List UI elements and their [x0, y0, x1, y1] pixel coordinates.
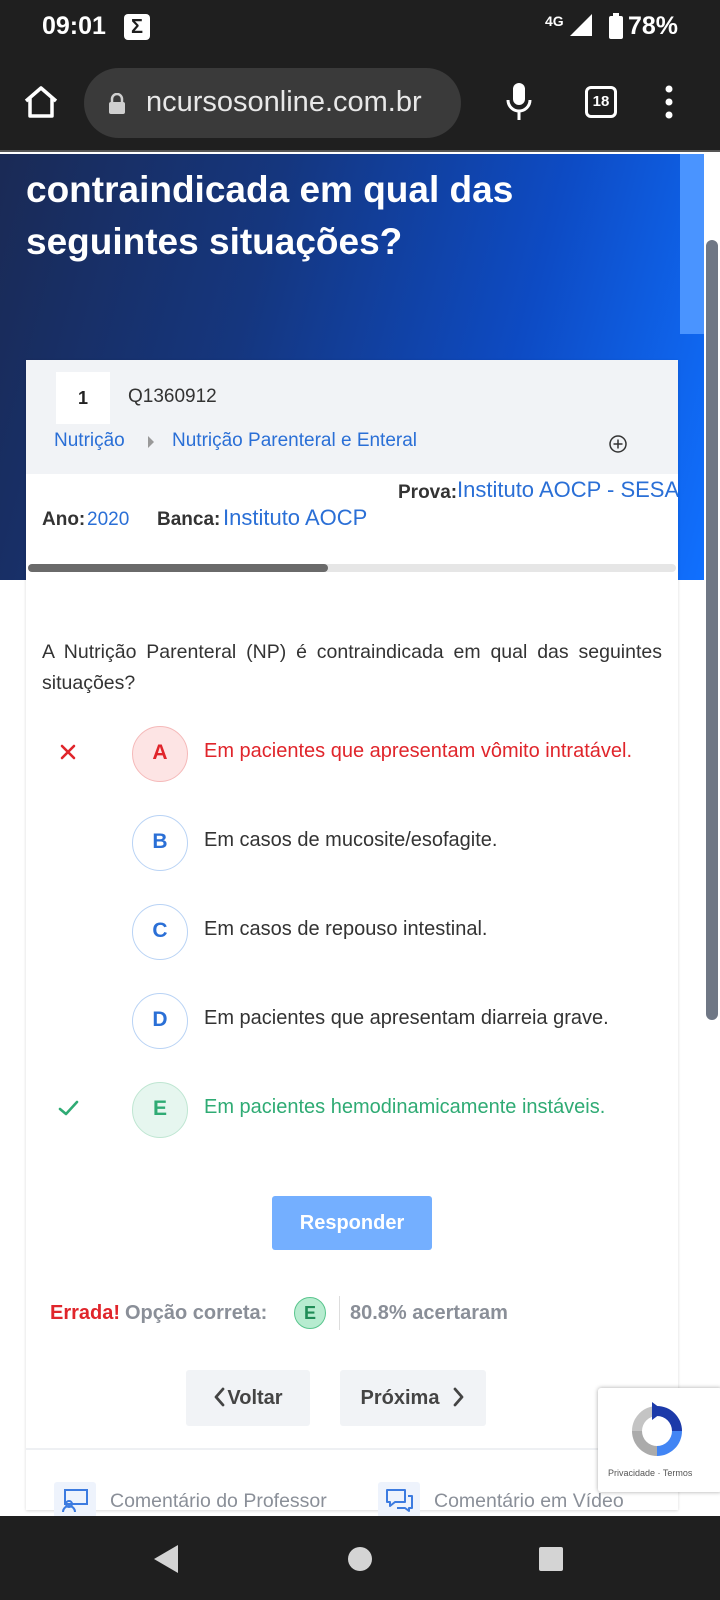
option-text[interactable]: Em pacientes que apresentam diarreia gra…	[204, 1007, 609, 1030]
option-d[interactable]: D Em pacientes que apresentam diarreia g…	[26, 991, 678, 1051]
back-label: Voltar	[227, 1387, 283, 1409]
home-circle-icon[interactable]	[347, 1546, 373, 1572]
tab-teacher-comment[interactable]: Comentário do Professor	[110, 1490, 327, 1513]
correct-option-label: Opção correta:	[125, 1302, 268, 1324]
next-label: Próxima	[360, 1387, 440, 1409]
ano-value[interactable]: 2020	[87, 509, 129, 531]
tab-switcher-button[interactable]: 18	[585, 86, 617, 118]
question-statement: A Nutrição Parenteral (NP) é contraindic…	[42, 641, 662, 694]
option-letter[interactable]: D	[132, 993, 188, 1049]
signal-icon	[570, 14, 592, 36]
tab-video-comment[interactable]: Comentário em Vídeo	[434, 1490, 624, 1513]
back-button[interactable]: Voltar	[186, 1370, 310, 1426]
recaptcha-separator: ·	[657, 1468, 661, 1478]
breadcrumb-topic[interactable]: Nutrição Parenteral e Enteral	[172, 430, 417, 452]
address-bar[interactable]: ncursosonline.com.br	[84, 68, 461, 138]
correct-check-icon	[58, 1100, 79, 1116]
question-card-header: 1 Q1360912 Nutrição Nutrição Parenteral …	[26, 360, 678, 474]
card-divider	[26, 1448, 678, 1450]
metadata-horizontal-scrollbar[interactable]	[28, 564, 676, 572]
answer-button[interactable]: Responder	[272, 1196, 432, 1250]
option-text[interactable]: Em casos de mucosite/esofagite.	[204, 829, 497, 852]
ano-label: Ano:	[42, 509, 86, 530]
lock-icon	[109, 93, 125, 114]
breadcrumb-chevron-icon	[148, 436, 154, 448]
hero-accent-strip	[680, 154, 704, 334]
option-text[interactable]: Em casos de repouso intestinal.	[204, 918, 488, 941]
option-text[interactable]: Em pacientes hemodinamicamente instáveis…	[204, 1096, 605, 1119]
back-triangle-icon[interactable]	[152, 1544, 180, 1574]
url-text: ncursosonline.com.br	[146, 86, 422, 118]
question-id: Q1360912	[128, 386, 217, 407]
option-letter[interactable]: C	[132, 904, 188, 960]
hero-title: contraindicada em qual das seguintes sit…	[26, 169, 514, 262]
wrong-x-icon	[60, 744, 76, 760]
result-status: Errada!	[50, 1302, 121, 1324]
recaptcha-links: Privacidade · Termos	[608, 1468, 692, 1478]
teacher-comment-icon[interactable]	[54, 1482, 96, 1518]
page-scrollbar[interactable]	[706, 240, 718, 1020]
recents-square-icon[interactable]	[538, 1546, 564, 1572]
chevron-left-icon	[214, 1387, 225, 1407]
option-a[interactable]: A Em pacientes que apresentam vômito int…	[26, 724, 678, 784]
chevron-right-icon	[454, 1387, 464, 1407]
status-time: 09:01	[42, 12, 106, 40]
recaptcha-logo-icon	[632, 1402, 682, 1456]
option-c[interactable]: C Em casos de repouso intestinal.	[26, 902, 678, 962]
banca-value[interactable]: Instituto AOCP	[223, 505, 367, 531]
battery-percent: 78%	[628, 12, 679, 40]
battery-icon	[609, 13, 623, 39]
video-comment-icon[interactable]	[378, 1482, 420, 1518]
result-feedback: Errada! Opção correta: E 80.8% acertaram	[50, 1296, 670, 1332]
recaptcha-terms-link[interactable]: Termos	[663, 1468, 693, 1478]
home-icon[interactable]	[22, 83, 60, 121]
status-bar: 09:01 Σ 4G 78%	[0, 0, 720, 56]
question-number: 1	[56, 372, 110, 424]
option-e[interactable]: E Em pacientes hemodinamicamente instáve…	[26, 1080, 678, 1140]
microphone-icon[interactable]	[505, 82, 533, 122]
recaptcha-badge[interactable]: Privacidade · Termos	[598, 1388, 720, 1492]
prova-value[interactable]: Instituto AOCP - SESA	[457, 477, 678, 503]
recaptcha-privacy-link[interactable]: Privacidade	[608, 1468, 655, 1478]
question-card: 1 Q1360912 Nutrição Nutrição Parenteral …	[26, 360, 678, 1518]
correct-option-badge: E	[294, 1297, 326, 1329]
scrollbar-thumb[interactable]	[28, 564, 328, 572]
notification-sigma-icon: Σ	[124, 14, 150, 40]
success-rate-text: 80.8% acertaram	[350, 1302, 508, 1324]
option-b[interactable]: B Em casos de mucosite/esofagite.	[26, 813, 678, 873]
banca-label: Banca:	[157, 509, 221, 530]
option-letter[interactable]: B	[132, 815, 188, 871]
question-metadata: Prova: Instituto AOCP - SESA Ano: 2020 B…	[26, 474, 678, 564]
system-navigation-bar	[0, 1516, 720, 1600]
option-letter[interactable]: E	[132, 1082, 188, 1138]
prova-label: Prova:	[398, 482, 458, 503]
option-letter[interactable]: A	[132, 726, 188, 782]
next-button[interactable]: Próxima	[340, 1370, 486, 1426]
breadcrumb-subject[interactable]: Nutrição	[54, 430, 125, 452]
expand-plus-icon[interactable]	[608, 434, 628, 454]
result-divider	[339, 1296, 340, 1330]
more-menu-icon[interactable]	[664, 85, 674, 119]
option-text[interactable]: Em pacientes que apresentam vômito intra…	[204, 740, 632, 763]
network-type: 4G	[545, 13, 564, 29]
browser-toolbar: ncursosonline.com.br 18	[0, 56, 720, 152]
